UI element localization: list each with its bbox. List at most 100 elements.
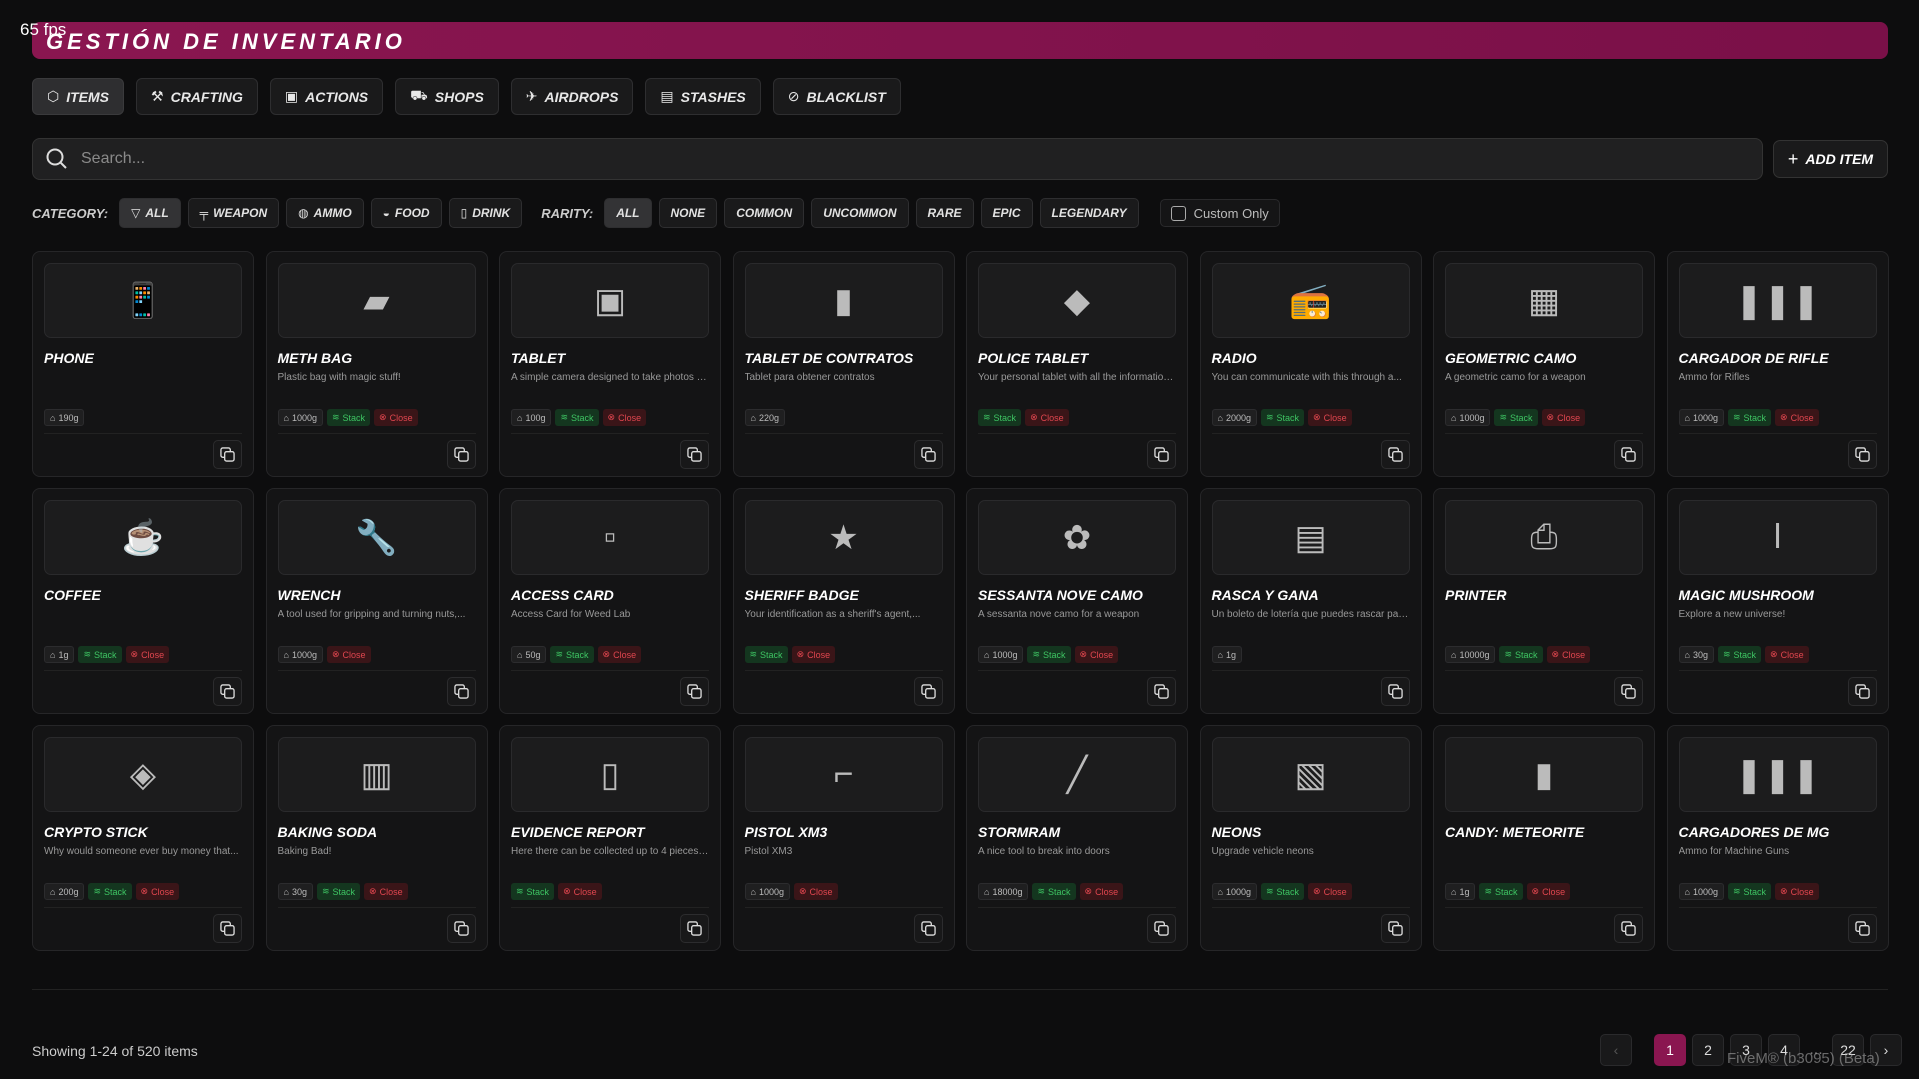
- duplicate-button[interactable]: [1147, 440, 1176, 469]
- copy-icon: [687, 921, 702, 936]
- item-card[interactable]: ▦ GEOMETRIC CAMO A geometric camo for a we…: [1433, 251, 1655, 477]
- duplicate-button[interactable]: [913, 440, 943, 469]
- duplicate-button[interactable]: [213, 440, 242, 469]
- rarity-none[interactable]: NONE: [658, 198, 718, 228]
- tab-items[interactable]: ⬡ ITEMS: [32, 78, 125, 115]
- stack-badge: ≋ Stack: [326, 409, 371, 426]
- item-card[interactable]: ǀ MAGIC MUSHROOM Explore a new universe! ⌂ 3…: [1666, 488, 1889, 714]
- item-card[interactable]: ▮ CANDY: METEORITE ⌂ 1g ≋ Stack ⊗ Close: [1433, 725, 1655, 951]
- duplicate-button[interactable]: [680, 914, 709, 943]
- tab-blacklist[interactable]: ⊘ BLACKLIST: [772, 78, 901, 115]
- close-badge: ⊗ Close: [791, 646, 836, 663]
- item-description: Baking Bad!: [277, 846, 332, 857]
- item-card[interactable]: ❚❚❚ CARGADOR DE RIFLE Ammo for Rifles ⌂ 1000…: [1666, 251, 1889, 477]
- rarity-common[interactable]: COMMON: [724, 198, 805, 228]
- duplicate-button[interactable]: [1147, 677, 1176, 706]
- rarity-rare[interactable]: RARE: [915, 198, 974, 228]
- page-1-button[interactable]: 1: [1654, 1034, 1686, 1066]
- item-card[interactable]: ⎙ PRINTER ⌂ 10000g ≋ Stack ⊗ Close: [1433, 488, 1655, 714]
- close-badge: ⊗ Close: [1546, 646, 1591, 663]
- duplicate-button[interactable]: [913, 677, 943, 706]
- category-food[interactable]: ◒ FOOD: [370, 198, 442, 228]
- item-image: ▤: [1211, 500, 1410, 575]
- duplicate-button[interactable]: [1614, 914, 1643, 943]
- item-card[interactable]: ▥ BAKING SODA Baking Bad! ⌂ 30g ≋ Stack ⊗ Close: [265, 725, 488, 951]
- weight-icon: ⌂: [50, 886, 56, 897]
- item-name: GEOMETRIC CAMO: [1445, 350, 1577, 366]
- item-card[interactable]: 🔧 WRENCH A tool used for gripping and turn…: [265, 488, 488, 714]
- tab-crafting[interactable]: ⚒ CRAFTING: [136, 78, 258, 115]
- item-description: Your identification as a sheriff's agent…: [744, 609, 921, 620]
- item-card[interactable]: ▣ TABLET A simple camera designed to take …: [499, 251, 721, 477]
- item-card[interactable]: ⌐ PISTOL XM3 Pistol XM3 ⌂ 1000g ⊗ Close: [732, 725, 955, 951]
- item-name: PRINTER: [1445, 587, 1507, 603]
- duplicate-button[interactable]: [1380, 677, 1410, 706]
- duplicate-button[interactable]: [1614, 440, 1643, 469]
- rarity-uncommon[interactable]: UNCOMMON: [811, 198, 909, 228]
- item-badges: ⌂ 200g ≋ Stack ⊗ Close: [44, 883, 180, 900]
- item-card[interactable]: ▧ NEONS Upgrade vehicle neons ⌂ 1000g ≋ Stack ⊗…: [1199, 725, 1422, 951]
- duplicate-button[interactable]: [213, 677, 242, 706]
- duplicate-button[interactable]: [1147, 914, 1176, 943]
- copy-icon: [920, 447, 936, 462]
- copy-icon: [1154, 684, 1169, 699]
- item-card[interactable]: ▯ EVIDENCE REPORT Here there can be collec…: [499, 725, 721, 951]
- category-ammo[interactable]: ◍ AMMO: [286, 198, 364, 228]
- burger-icon: ◒: [382, 206, 390, 220]
- add-item-button[interactable]: + ADD ITEM: [1773, 140, 1888, 178]
- category-all[interactable]: ▽ ALL: [119, 198, 181, 228]
- tab-airdrops[interactable]: ✈ AIRDROPS: [510, 78, 634, 115]
- item-card[interactable]: ▰ METH BAG Plastic bag with magic stuff! ⌂ 1…: [265, 251, 488, 477]
- close-badge: ⊗ Close: [364, 883, 408, 900]
- tab-stashes[interactable]: ▤ STASHES: [645, 78, 761, 115]
- layers-icon: ≋: [331, 412, 340, 422]
- item-card[interactable]: ▫ ACCESS CARD Access Card for Weed Lab ⌂ 50g…: [499, 488, 721, 714]
- item-card[interactable]: ◆ POLICE TABLET Your personal tablet with …: [966, 251, 1188, 477]
- item-card[interactable]: ❚❚❚ CARGADORES DE MG Ammo for Machine Guns…: [1666, 725, 1889, 951]
- duplicate-button[interactable]: [1847, 914, 1877, 943]
- category-weapon[interactable]: ╤ WEAPON: [187, 198, 280, 228]
- duplicate-button[interactable]: [446, 914, 476, 943]
- custom-only-checkbox[interactable]: [1170, 205, 1186, 221]
- duplicate-button[interactable]: [446, 677, 476, 706]
- page-2-button[interactable]: 2: [1692, 1034, 1724, 1066]
- item-card[interactable]: ▮ TABLET DE CONTRATOS Tablet para obtener …: [732, 251, 955, 477]
- item-card[interactable]: ▤ RASCA Y GANA Un boleto de lotería que pu…: [1199, 488, 1422, 714]
- item-badges: ⌂ 1000g ⊗ Close: [277, 646, 371, 663]
- item-card[interactable]: ╱ STORMRAM A nice tool to break into doors…: [966, 725, 1188, 951]
- weight-icon: ⌂: [1217, 886, 1223, 897]
- item-card[interactable]: ✿ SESSANTA NOVE CAMO A sessanta nove camo …: [966, 488, 1188, 714]
- rarity-legendary[interactable]: LEGENDARY: [1039, 198, 1139, 228]
- duplicate-button[interactable]: [913, 914, 943, 943]
- item-card[interactable]: 📱 PHONE ⌂ 190g: [32, 251, 254, 477]
- close-circle-icon: ⊗: [1079, 649, 1088, 659]
- item-card[interactable]: ★ SHERIFF BADGE Your identification as a s…: [732, 488, 955, 714]
- duplicate-button[interactable]: [680, 677, 709, 706]
- duplicate-button[interactable]: [1614, 677, 1643, 706]
- duplicate-button[interactable]: [1380, 914, 1410, 943]
- item-card[interactable]: 📻 RADIO You can communicate with this thro…: [1199, 251, 1422, 477]
- item-card[interactable]: ☕ COFFEE ⌂ 1g ≋ Stack ⊗ Close: [32, 488, 254, 714]
- duplicate-button[interactable]: [213, 914, 242, 943]
- custom-only-toggle[interactable]: Custom Only: [1159, 199, 1280, 227]
- rarity-all[interactable]: ALL: [604, 198, 652, 228]
- layers-icon: ≋: [983, 412, 991, 422]
- weight-icon: ⌂: [1684, 649, 1690, 660]
- stack-badge: ≋ Stack: [1727, 883, 1772, 900]
- item-card[interactable]: ◈ CRYPTO STICK Why would someone ever buy …: [32, 725, 254, 951]
- duplicate-button[interactable]: [680, 440, 709, 469]
- stack-badge: ≋ Stack: [511, 883, 555, 900]
- duplicate-button[interactable]: [1847, 440, 1877, 469]
- item-image: 📱: [44, 263, 242, 338]
- duplicate-button[interactable]: [1380, 440, 1410, 469]
- category-drink[interactable]: ▯ DRINK: [448, 198, 523, 228]
- copy-icon: [1621, 921, 1636, 936]
- duplicate-button[interactable]: [446, 440, 476, 469]
- tab-shops[interactable]: ⛟ SHOPS: [395, 78, 499, 115]
- duplicate-button[interactable]: [1847, 677, 1877, 706]
- prev-page-button[interactable]: ‹: [1600, 1034, 1632, 1066]
- tab-actions[interactable]: ▣ ACTIONS: [269, 78, 384, 115]
- search-input[interactable]: [81, 150, 1581, 168]
- card-divider: [511, 433, 709, 434]
- rarity-epic[interactable]: EPIC: [980, 198, 1033, 228]
